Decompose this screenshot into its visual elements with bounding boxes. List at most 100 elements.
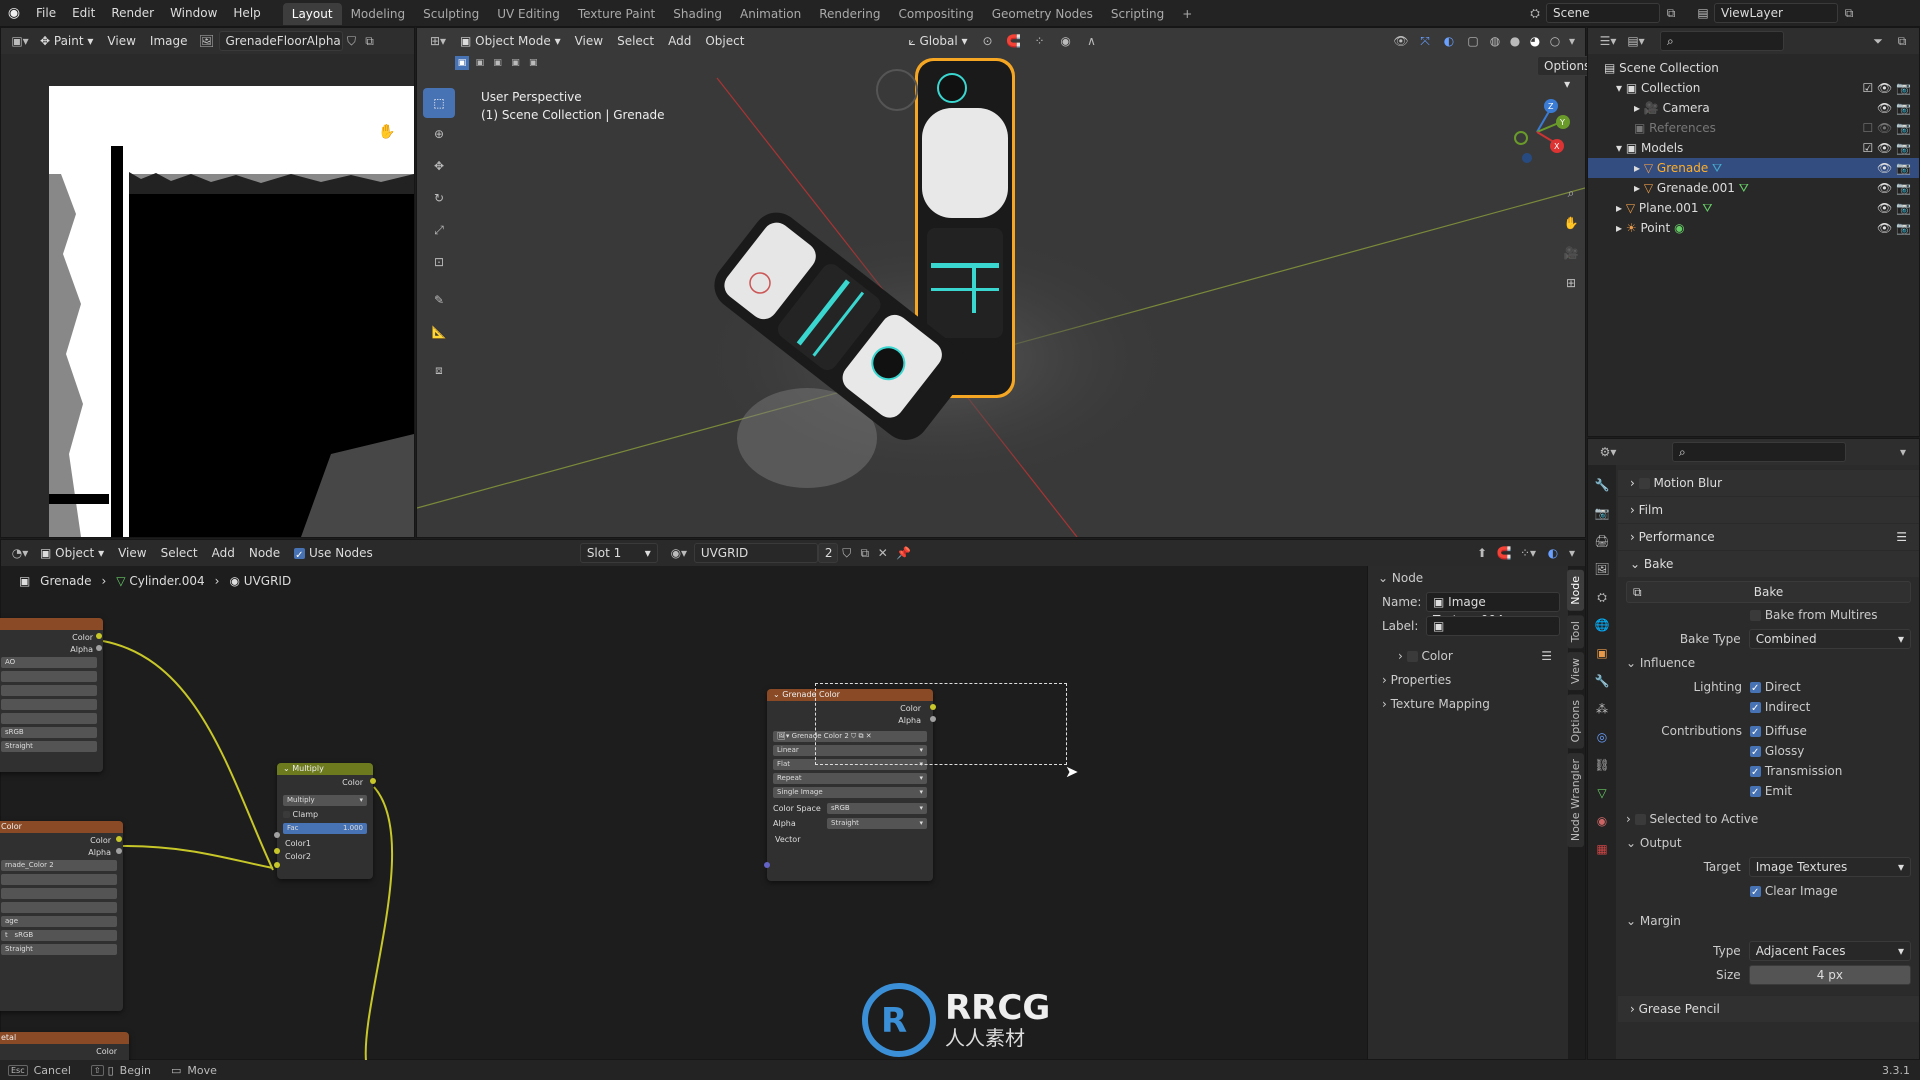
world-tab-icon[interactable]: 🌐	[1588, 611, 1616, 639]
paint-mode-dropdown[interactable]: ✥ Paint ▾	[33, 28, 100, 54]
select-intersect-icon[interactable]: ▣	[526, 56, 540, 70]
projection-field[interactable]	[1, 685, 97, 696]
panel-texture-mapping[interactable]: › Texture Mapping	[1368, 692, 1568, 716]
options-dropdown-icon[interactable]: ▾	[1893, 445, 1913, 459]
tab-view[interactable]: View	[1567, 652, 1584, 691]
menu-file[interactable]: File	[28, 0, 64, 26]
bake-button[interactable]: ⧉ Bake	[1626, 581, 1911, 603]
texture-tab-icon[interactable]: ▦	[1588, 835, 1616, 863]
outliner-item-references[interactable]: ▣ References ☐ 👁 📷	[1588, 118, 1919, 138]
tab-animation[interactable]: Animation	[731, 3, 810, 25]
data-tab-icon[interactable]: ▽	[1588, 779, 1616, 807]
navigation-gizmo[interactable]: Z Y X	[1497, 92, 1577, 172]
select-subtract-icon[interactable]: ▣	[491, 56, 505, 70]
selected-to-active-checkbox[interactable]	[1634, 814, 1646, 825]
scale-tool-icon[interactable]: ⤢	[423, 214, 455, 246]
source-field[interactable]	[1, 713, 97, 724]
node-name-field[interactable]: ▣ Image Texture.004	[1426, 592, 1560, 627]
select-tool-icon[interactable]: ⬚	[423, 88, 455, 118]
render-tab-icon[interactable]: 📷	[1588, 499, 1616, 527]
tab-options[interactable]: Options	[1567, 694, 1584, 749]
material-tab-icon[interactable]: ◉	[1588, 807, 1616, 835]
tab-uv-editing[interactable]: UV Editing	[488, 3, 569, 25]
indirect-checkbox[interactable]	[1750, 697, 1761, 721]
ortho-grid-icon[interactable]: ⊞	[1557, 268, 1585, 298]
rotate-tool-icon[interactable]: ↻	[423, 182, 455, 214]
measure-tool-icon[interactable]: 📐	[423, 316, 455, 348]
tab-scripting[interactable]: Scripting	[1102, 3, 1173, 25]
diffuse-checkbox[interactable]	[1750, 721, 1761, 745]
overlay-icon[interactable]: ◐	[1541, 546, 1565, 560]
panel-node[interactable]: ⌄ Node	[1368, 566, 1568, 590]
new-image-icon[interactable]: ⧉	[361, 34, 379, 49]
light-object[interactable]	[876, 69, 918, 111]
color-checkbox[interactable]	[1406, 651, 1418, 662]
annotate-tool-icon[interactable]: ✎	[423, 284, 455, 316]
new-collection-icon[interactable]: ⧉	[1891, 34, 1913, 49]
output-socket[interactable]	[96, 633, 102, 639]
output-socket[interactable]	[96, 645, 102, 651]
list-icon[interactable]: ☰	[1541, 644, 1552, 668]
panel-performance[interactable]: › Performance ☰	[1618, 523, 1919, 550]
scene-field[interactable]: Scene	[1546, 3, 1660, 23]
transmission-checkbox[interactable]	[1750, 761, 1761, 785]
input-socket[interactable]	[274, 862, 280, 868]
input-socket[interactable]	[274, 848, 280, 854]
add-cube-tool-icon[interactable]: ⧈	[423, 354, 455, 386]
zoom-icon[interactable]: ⌕	[376, 94, 384, 110]
menu-image[interactable]: Image	[143, 28, 195, 54]
menu-view[interactable]: View	[100, 28, 142, 54]
tab-shading[interactable]: Shading	[664, 3, 731, 25]
output-socket[interactable]	[370, 778, 376, 784]
color-space-dropdown[interactable]: sRGB ▾	[827, 803, 927, 814]
image-field[interactable]: rnade_Color 2	[1, 860, 117, 871]
image-field[interactable]: AO	[1, 657, 97, 668]
motion-blur-checkbox[interactable]	[1638, 478, 1650, 489]
outliner-item-point[interactable]: ▸ ☀ Point ◉ 👁 📷	[1588, 218, 1919, 238]
overlay-options-icon[interactable]: ▾	[1565, 546, 1579, 560]
blender-logo-icon[interactable]: ◉	[0, 0, 28, 26]
zoom-icon[interactable]: ⌕	[1557, 178, 1585, 208]
snap-icon[interactable]: 🧲	[1493, 546, 1515, 560]
modifier-tab-icon[interactable]: 🔧	[1588, 667, 1616, 695]
new-scene-icon[interactable]: ⧉	[1660, 6, 1682, 21]
camera-view-icon[interactable]: 🎥	[1557, 238, 1585, 268]
panel-film[interactable]: › Film	[1618, 496, 1919, 523]
bake-from-multires-checkbox[interactable]	[1750, 610, 1761, 621]
subpanel-output[interactable]: ⌄ Output	[1626, 831, 1911, 855]
select-invert-icon[interactable]: ▣	[508, 56, 522, 70]
clear-image-checkbox[interactable]	[1750, 881, 1761, 905]
output-socket[interactable]	[116, 848, 122, 854]
new-view-layer-icon[interactable]: ⧉	[1838, 6, 1860, 21]
image-canvas[interactable]: ⌕ ✋	[1, 54, 414, 537]
output-socket[interactable]	[116, 836, 122, 842]
outliner-item-grenade-001[interactable]: ▸ ▽ Grenade.001 ⛛ 👁 📷	[1588, 178, 1919, 198]
direct-checkbox[interactable]	[1750, 677, 1761, 701]
margin-type-dropdown[interactable]: Adjacent Faces ▾	[1748, 941, 1911, 961]
list-icon[interactable]: ☰	[1896, 524, 1907, 550]
snap-options-icon[interactable]: ⁘▾	[1515, 546, 1541, 560]
menu-help[interactable]: Help	[225, 0, 268, 26]
constraints-tab-icon[interactable]: ⛓	[1588, 751, 1616, 779]
image-browse-icon[interactable]: 🖼▾	[777, 732, 789, 740]
emit-checkbox[interactable]	[1750, 781, 1761, 805]
outliner-item-collection[interactable]: ▾ ▣ Collection ☑ 👁 📷	[1588, 78, 1919, 98]
panel-bake[interactable]: ⌄ Bake	[1618, 550, 1919, 577]
tab-layout[interactable]: Layout	[282, 3, 342, 25]
projection-field[interactable]	[1, 888, 117, 899]
panel-grease-pencil[interactable]: › Grease Pencil	[1618, 995, 1919, 1022]
tab-geometry-nodes[interactable]: Geometry Nodes	[983, 3, 1102, 25]
scene-icon[interactable]: ⛭	[1524, 6, 1546, 21]
scene-tab-icon[interactable]: ⛭	[1588, 583, 1616, 611]
subpanel-selected-to-active[interactable]: › Selected to Active	[1626, 807, 1911, 831]
target-dropdown[interactable]: Image Textures ▾	[1748, 857, 1911, 877]
menu-render[interactable]: Render	[103, 0, 162, 26]
interpolation-field[interactable]	[1, 874, 117, 885]
parent-node-tree-icon[interactable]: ⬆	[1471, 546, 1493, 560]
color-space-field[interactable]: t sRGB	[1, 930, 117, 941]
alpha-field[interactable]: Straight	[1, 944, 117, 955]
clamp-checkbox[interactable]	[283, 811, 290, 818]
output-tab-icon[interactable]: 🖨	[1588, 527, 1616, 555]
display-mode-icon[interactable]: ▤▾	[1622, 34, 1650, 48]
outliner-item-plane-001[interactable]: ▸ ▽ Plane.001 ⛛ 👁 📷	[1588, 198, 1919, 218]
